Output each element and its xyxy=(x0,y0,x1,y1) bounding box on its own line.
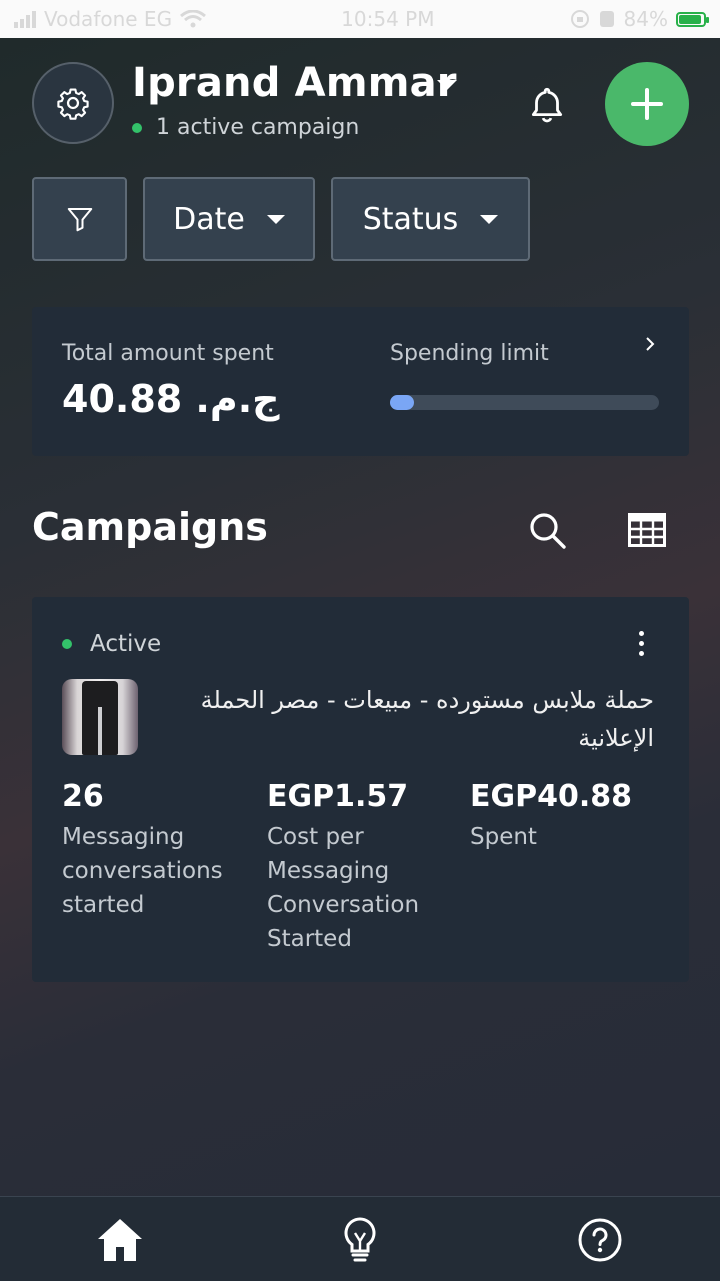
filter-icon xyxy=(67,208,92,232)
campaign-thumbnail xyxy=(62,679,138,755)
date-filter-label: Date xyxy=(173,201,245,237)
campaigns-heading: Campaigns xyxy=(32,505,268,549)
metric-conversations: 26 Messaging conversations started xyxy=(62,779,252,922)
campaign-status: Active xyxy=(62,631,161,657)
active-campaign-count: 1 active campaign xyxy=(156,115,360,140)
wifi-icon xyxy=(180,10,207,28)
metric-value: 26 xyxy=(62,779,104,814)
table-icon[interactable] xyxy=(628,513,666,547)
create-campaign-button[interactable] xyxy=(605,62,689,146)
chevron-down-icon xyxy=(266,214,285,224)
chevron-down-icon[interactable] xyxy=(437,80,457,90)
battery-percent: 84% xyxy=(623,7,668,31)
status-bar: Vodafone EG 10:54 PM 84% xyxy=(0,0,720,38)
spending-limit-fill xyxy=(390,395,415,410)
signal-icon xyxy=(14,10,36,28)
nav-insights[interactable] xyxy=(335,1215,385,1265)
status-filter[interactable]: Status xyxy=(331,177,530,261)
total-spent-value: ج.م. 40.88 xyxy=(62,377,280,421)
bell-icon[interactable] xyxy=(526,84,568,126)
clock: 10:54 PM xyxy=(341,7,435,31)
lightbulb-icon xyxy=(344,1217,376,1262)
nav-help[interactable] xyxy=(575,1215,625,1265)
gear-icon xyxy=(57,88,89,120)
battery-icon xyxy=(676,11,709,27)
campaign-status-label: Active xyxy=(90,631,162,657)
metric-spent: EGP40.88 Spent xyxy=(470,779,660,854)
spending-limit-bar xyxy=(390,395,659,410)
status-filter-label: Status xyxy=(362,201,459,237)
settings-button[interactable] xyxy=(32,62,114,144)
nav-home[interactable] xyxy=(95,1215,145,1265)
alarm-icon xyxy=(599,11,614,27)
bottom-navigation xyxy=(0,1196,720,1281)
metric-value: EGP40.88 xyxy=(470,779,632,814)
metric-label: Messaging conversations started xyxy=(62,824,223,918)
home-icon xyxy=(98,1219,142,1261)
status-bar-right: 84% xyxy=(570,7,709,31)
spending-limit-label: Spending limit xyxy=(390,341,549,366)
carrier-label: Vodafone EG xyxy=(44,7,173,31)
campaign-name[interactable]: حملة ملابس مستورده - مبيعات - مصر الحملة… xyxy=(154,681,654,757)
metric-cost-per-conversation: EGP1.57 Cost per Messaging Conversation … xyxy=(267,779,457,956)
more-vertical-icon[interactable] xyxy=(639,631,645,656)
active-campaign-status: 1 active campaign xyxy=(132,115,359,140)
active-dot xyxy=(132,122,142,133)
spend-summary-card[interactable]: Total amount spent ج.م. 40.88 Spending l… xyxy=(32,307,689,456)
metric-value: EGP1.57 xyxy=(267,779,409,814)
date-filter[interactable]: Date xyxy=(143,177,315,261)
campaign-card[interactable]: Active حملة ملابس مستورده - مبيعات - مصر… xyxy=(32,597,689,982)
chevron-right-icon[interactable] xyxy=(643,337,657,351)
metric-label: Spent xyxy=(470,824,537,850)
account-name[interactable]: Iprand Ammar xyxy=(132,60,457,106)
plus-icon xyxy=(631,88,663,120)
filter-button[interactable] xyxy=(32,177,127,261)
total-spent-label: Total amount spent xyxy=(62,341,274,366)
orientation-lock-icon xyxy=(570,10,589,28)
active-dot xyxy=(62,639,72,649)
search-icon[interactable] xyxy=(527,510,567,550)
metric-label: Cost per Messaging Conversation Started xyxy=(267,824,420,952)
status-bar-left: Vodafone EG xyxy=(14,7,207,31)
chevron-down-icon xyxy=(480,214,499,224)
help-icon xyxy=(578,1218,622,1262)
